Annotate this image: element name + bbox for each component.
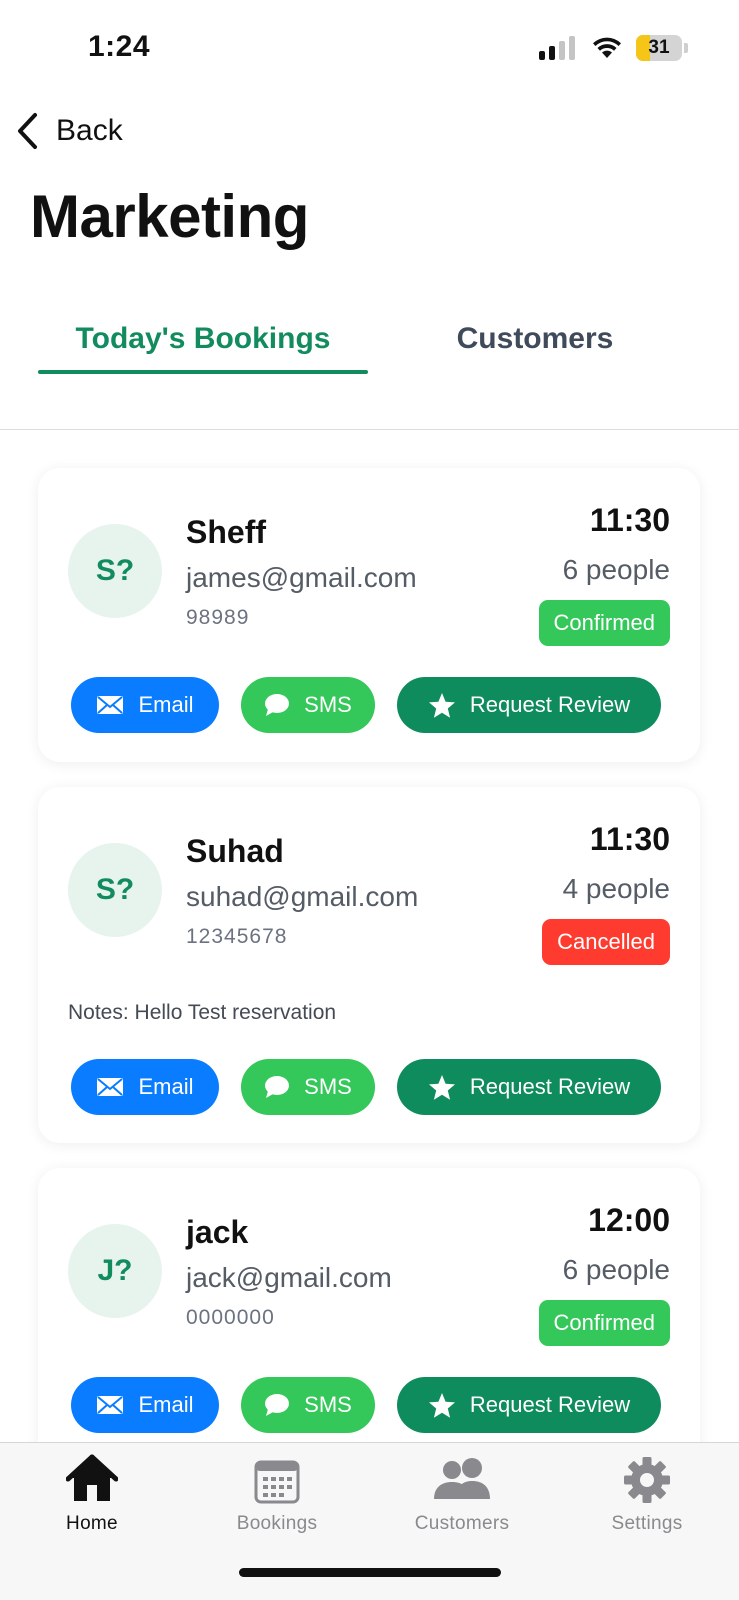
request-review-button[interactable]: Request Review bbox=[397, 1377, 661, 1433]
customer-email: suhad@gmail.com bbox=[186, 881, 419, 912]
avatar: S? bbox=[68, 843, 162, 937]
chevron-left-icon bbox=[18, 113, 37, 149]
cellular-signal-icon bbox=[539, 36, 577, 60]
customer-phone: 0000000 bbox=[186, 1306, 275, 1329]
status-badge: Cancelled bbox=[542, 919, 670, 965]
action-buttons: Email SMS Request Review bbox=[71, 677, 661, 733]
sms-button[interactable]: SMS bbox=[241, 1059, 375, 1115]
request-review-button[interactable]: Request Review bbox=[397, 1059, 661, 1115]
email-button-label: Email bbox=[138, 1074, 194, 1099]
booking-time: 11:30 bbox=[589, 821, 670, 857]
tab-bar-customers[interactable]: Customers bbox=[387, 1453, 537, 1535]
email-button[interactable]: Email bbox=[71, 1059, 219, 1115]
booking-card[interactable]: J? jack jack@gmail.com 0000000 12:00 6 p… bbox=[38, 1168, 700, 1462]
sms-button[interactable]: SMS bbox=[241, 1377, 375, 1433]
envelope-icon bbox=[97, 1396, 124, 1414]
party-size: 6 people bbox=[562, 554, 670, 585]
star-icon bbox=[428, 1392, 455, 1418]
tab-bar-home-label: Home bbox=[66, 1513, 118, 1534]
sms-button-label: SMS bbox=[304, 692, 352, 717]
request-review-label: Request Review bbox=[469, 1074, 631, 1099]
people-icon bbox=[434, 1458, 490, 1499]
star-icon bbox=[428, 692, 455, 718]
page-title: Marketing bbox=[30, 183, 309, 250]
back-label: Back bbox=[56, 114, 123, 147]
tab-bar-customers-label: Customers bbox=[414, 1513, 510, 1534]
tab-bar-settings-label: Settings bbox=[611, 1513, 683, 1534]
status-badge: Confirmed bbox=[538, 600, 670, 646]
avatar: J? bbox=[68, 1224, 162, 1318]
chat-bubble-icon bbox=[265, 694, 290, 716]
sms-button[interactable]: SMS bbox=[241, 677, 375, 733]
customer-name: Suhad bbox=[186, 833, 284, 869]
tab-bar-bookings[interactable]: Bookings bbox=[202, 1453, 352, 1535]
calendar-icon bbox=[254, 1460, 300, 1504]
party-size: 4 people bbox=[562, 873, 670, 904]
tab-customers[interactable]: Customers bbox=[400, 322, 670, 374]
battery-indicator: 31 bbox=[636, 35, 688, 61]
customer-email: james@gmail.com bbox=[186, 562, 417, 593]
status-bar: 1:24 31 bbox=[0, 0, 739, 96]
customer-email: jack@gmail.com bbox=[186, 1262, 392, 1293]
chat-bubble-icon bbox=[265, 1394, 290, 1416]
booking-time: 12:00 bbox=[588, 1202, 670, 1238]
tab-bar-home[interactable]: Home bbox=[17, 1453, 167, 1535]
home-icon bbox=[66, 1454, 118, 1501]
envelope-icon bbox=[97, 1078, 124, 1096]
email-button[interactable]: Email bbox=[71, 677, 219, 733]
request-review-button[interactable]: Request Review bbox=[397, 677, 661, 733]
booking-time: 11:30 bbox=[589, 502, 670, 538]
battery-percent: 31 bbox=[648, 37, 670, 58]
booking-card[interactable]: S? Suhad suhad@gmail.com 12345678 11:30 … bbox=[38, 787, 700, 1143]
wifi-icon bbox=[593, 37, 621, 58]
party-size: 6 people bbox=[562, 1254, 670, 1285]
tab-bar-bookings-label: Bookings bbox=[236, 1513, 318, 1534]
booking-card[interactable]: S? Sheff james@gmail.com 98989 11:30 6 p… bbox=[38, 468, 700, 762]
action-buttons: Email SMS Request Review bbox=[71, 1059, 661, 1115]
status-time: 1:24 bbox=[88, 30, 151, 63]
back-button[interactable]: Back bbox=[14, 106, 123, 156]
status-badge: Confirmed bbox=[538, 1300, 670, 1346]
envelope-icon bbox=[97, 696, 124, 714]
tab-todays-bookings[interactable]: Today's Bookings bbox=[38, 322, 368, 374]
booking-notes: Notes: Hello Test reservation bbox=[68, 1001, 337, 1024]
gear-icon bbox=[624, 1457, 670, 1503]
segment-tabs: Today's Bookings Customers bbox=[0, 300, 739, 430]
request-review-label: Request Review bbox=[469, 692, 631, 717]
email-button-label: Email bbox=[138, 692, 194, 717]
action-buttons: Email SMS Request Review bbox=[71, 1377, 661, 1433]
sms-button-label: SMS bbox=[304, 1392, 352, 1417]
star-icon bbox=[428, 1074, 455, 1100]
email-button[interactable]: Email bbox=[71, 1377, 219, 1433]
sms-button-label: SMS bbox=[304, 1074, 352, 1099]
chat-bubble-icon bbox=[265, 1076, 290, 1098]
tab-bar-settings[interactable]: Settings bbox=[572, 1453, 722, 1535]
customer-name: Sheff bbox=[186, 514, 266, 550]
request-review-label: Request Review bbox=[469, 1392, 631, 1417]
email-button-label: Email bbox=[138, 1392, 194, 1417]
active-tab-indicator bbox=[38, 370, 368, 374]
customer-phone: 98989 bbox=[186, 606, 250, 629]
avatar: S? bbox=[68, 524, 162, 618]
customer-phone: 12345678 bbox=[186, 925, 288, 948]
customer-name: jack bbox=[186, 1214, 249, 1250]
home-indicator bbox=[239, 1568, 501, 1577]
